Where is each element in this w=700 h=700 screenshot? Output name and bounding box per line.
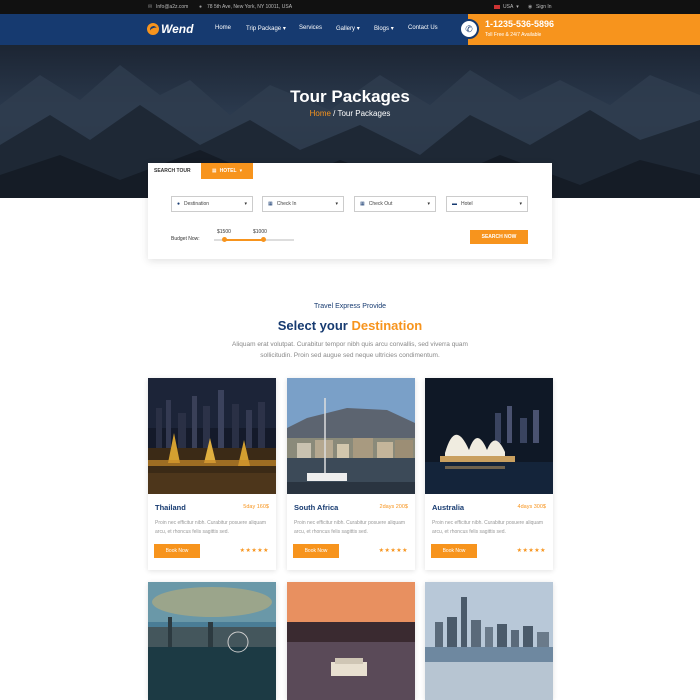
tab-hotel-label: HOTEL — [219, 168, 237, 174]
nav-item-contact[interactable]: Contact Us — [408, 25, 438, 31]
hotel-select[interactable]: ▬ Hotel ▾ — [446, 196, 528, 212]
map-pin-icon: ● — [199, 3, 203, 10]
section-title: Select your Destination — [0, 318, 700, 333]
chevron-down-icon: ▾ — [427, 201, 430, 207]
email-item[interactable]: ✉ Info@a2z.com — [148, 4, 188, 10]
calendar-icon: ▦ — [360, 201, 365, 207]
email-text: Info@a2z.com — [156, 4, 189, 10]
language-selector[interactable]: USA ▾ — [494, 4, 519, 10]
flag-icon — [494, 5, 500, 9]
logo-text: Wend — [161, 22, 194, 36]
budget-label: Budget Now: — [171, 236, 200, 242]
chevron-down-icon: ▾ — [516, 4, 519, 10]
destination-card: South Africa 2days 200$ Proin nec effici… — [287, 378, 415, 570]
chevron-down-icon: ▾ — [239, 168, 243, 174]
checkout-label: Check Out — [368, 201, 393, 207]
language-text: USA — [503, 4, 514, 10]
top-bar: ✉ Info@a2z.com ● 78 5th Ave, New York, N… — [0, 0, 700, 14]
destination-image-london[interactable] — [148, 582, 276, 700]
phone-icon: ✆ — [459, 19, 479, 39]
destination-label: Destination — [184, 201, 210, 207]
breadcrumb-home[interactable]: Home — [310, 109, 331, 118]
user-icon: ◉ — [528, 3, 533, 10]
mail-icon: ✉ — [148, 3, 153, 10]
signin-link[interactable]: ◉ Sign In — [528, 4, 552, 10]
nav-item-blogs[interactable]: Blogs ▾ — [374, 25, 394, 32]
nav-item-services[interactable]: Services — [299, 25, 322, 31]
logo[interactable]: Wend — [147, 22, 193, 36]
section-title-accent: Destination — [351, 318, 423, 333]
checkin-select[interactable]: ▦ Check In ▾ — [262, 196, 344, 212]
destination-description: Proin nec efficitur nibh. Curabitur posu… — [432, 520, 544, 535]
address-item: ● 78 5th Ave, New York, NY 10011, USA — [199, 4, 292, 10]
destination-name: Thailand — [155, 503, 186, 512]
checkout-select[interactable]: ▦ Check Out ▾ — [354, 196, 436, 212]
section-description: Aliquam erat volutpat. Curabitur tempor … — [232, 341, 468, 359]
budget-slider-range — [224, 239, 264, 241]
destination-name: Australia — [432, 503, 465, 512]
map-pin-icon: ● — [177, 201, 181, 207]
destination-image-south-africa[interactable] — [287, 378, 415, 494]
rating-stars: ★★★★★ — [516, 548, 546, 554]
budget-max-value: $1000 — [253, 229, 267, 235]
signin-text: Sign In — [536, 4, 552, 10]
chevron-down-icon: ▾ — [356, 26, 360, 32]
nav-item-label: Trip Package — [246, 26, 282, 32]
chevron-down-icon: ▾ — [244, 201, 247, 207]
nav-item-label: Blogs — [374, 26, 390, 32]
phone-subtext: Toll Free & 24/7 Available — [485, 32, 542, 38]
destination-image-new-york[interactable] — [425, 582, 553, 700]
chevron-down-icon: ▾ — [282, 26, 286, 32]
section-kicker: Travel Express Provide — [313, 303, 387, 310]
chevron-down-icon: ▾ — [519, 201, 522, 207]
rating-stars: ★★★★★ — [378, 548, 408, 554]
section-title-plain: Select your — [277, 318, 352, 333]
budget-min-value: $1500 — [217, 229, 231, 235]
destination-meta: 4days 300$ — [517, 504, 546, 510]
search-now-button[interactable]: SEARCH NOW — [470, 230, 528, 244]
nav-item-home[interactable]: Home — [215, 25, 231, 31]
breadcrumb: Home / Tour Packages — [0, 109, 700, 118]
book-now-button[interactable]: Book Now — [293, 544, 339, 558]
destination-description: Proin nec efficitur nibh. Curabitur posu… — [155, 520, 267, 535]
search-panel: SEARCH TOUR ▦ HOTEL ▾ ● Destination ▾ ▦ … — [148, 163, 552, 259]
book-now-button[interactable]: Book Now — [154, 544, 200, 558]
destination-name: South Africa — [294, 503, 339, 512]
destination-meta: 2days 200$ — [379, 504, 408, 510]
nav-item-trip-package[interactable]: Trip Package ▾ — [246, 25, 286, 32]
chevron-down-icon: ▾ — [335, 201, 338, 207]
call-to-action[interactable]: ✆ 1-1235-536-5896 Toll Free & 24/7 Avail… — [459, 14, 700, 45]
destination-description: Proin nec efficitur nibh. Curabitur posu… — [294, 520, 406, 535]
destination-card: Thailand 5day 160$ Proin nec efficitur n… — [148, 378, 276, 570]
destination-image-paris[interactable] — [287, 582, 415, 700]
chevron-down-icon: ▾ — [390, 26, 394, 32]
page: ✉ Info@a2z.com ● 78 5th Ave, New York, N… — [0, 0, 700, 700]
destination-image-thailand[interactable] — [148, 378, 276, 494]
hotel-icon: ▦ — [211, 168, 217, 174]
tab-hotel[interactable]: ▦ HOTEL ▾ — [201, 163, 253, 179]
breadcrumb-current: Tour Packages — [337, 109, 391, 118]
rating-stars: ★★★★★ — [239, 548, 269, 554]
page-title: Tour Packages — [290, 87, 410, 106]
destination-meta: 5day 160$ — [243, 504, 269, 510]
tab-search-tour[interactable]: SEARCH TOUR — [148, 163, 200, 179]
address-text: 78 5th Ave, New York, NY 10011, USA — [207, 4, 293, 10]
book-now-button[interactable]: Book Now — [431, 544, 477, 558]
nav-item-label: Gallery — [336, 26, 356, 32]
budget-slider-min-handle[interactable] — [222, 237, 227, 242]
checkin-label: Check In — [276, 201, 297, 207]
destination-card: Australia 4days 300$ Proin nec efficitur… — [425, 378, 553, 570]
budget-slider-max-handle[interactable] — [261, 237, 266, 242]
logo-mark-icon — [147, 23, 159, 35]
phone-number: 1-1235-536-5896 — [485, 19, 555, 29]
destination-image-australia[interactable] — [425, 378, 553, 494]
destination-select[interactable]: ● Destination ▾ — [171, 196, 253, 212]
nav-item-gallery[interactable]: Gallery ▾ — [336, 25, 360, 32]
bed-icon: ▬ — [452, 201, 457, 207]
hotel-label: Hotel — [461, 201, 473, 207]
calendar-icon: ▦ — [268, 201, 273, 207]
